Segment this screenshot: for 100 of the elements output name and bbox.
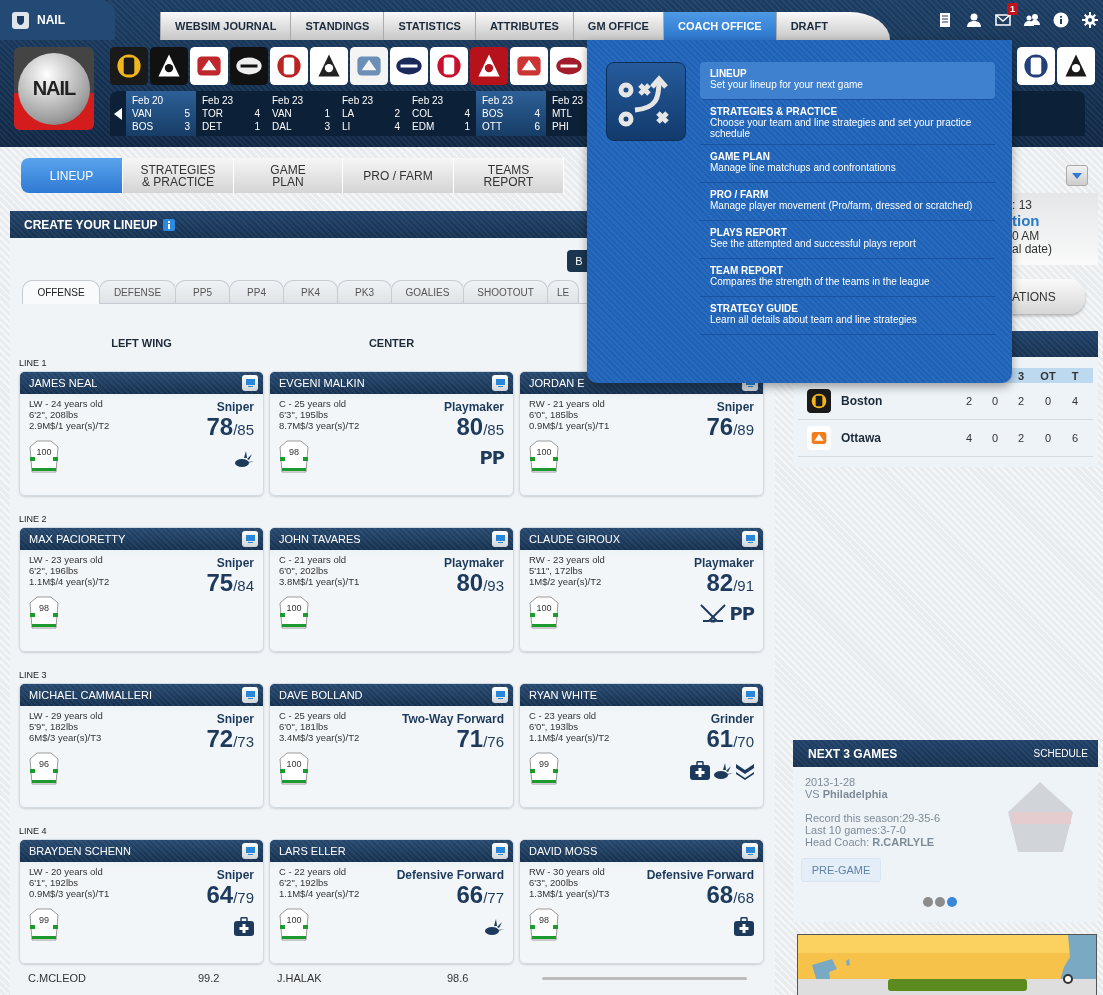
team-code: LA xyxy=(342,107,355,120)
unit-tab[interactable]: PP4 xyxy=(229,280,284,303)
menu-item[interactable]: STRATEGIES & PRACTICE Choose your team and line strategies and set your practice schedule xyxy=(700,100,995,145)
schedule-link[interactable]: SCHEDULE xyxy=(1033,748,1088,759)
column-heading: 3 xyxy=(1016,369,1026,382)
jersey-number: 98 xyxy=(538,915,550,925)
team-logo[interactable] xyxy=(550,47,588,85)
jersey-icon xyxy=(279,440,309,474)
unit-tab[interactable]: DEFENSE xyxy=(99,280,176,303)
screen-button[interactable] xyxy=(492,843,508,859)
player-name[interactable]: LARS ELLER xyxy=(279,845,346,857)
team-logo[interactable] xyxy=(470,47,508,85)
player-detail: C - 23 years old xyxy=(529,710,598,721)
player-detail: 2.9M$/1 year(s)/T2 xyxy=(29,420,110,431)
player-detail: 1.1M$/4 year(s)/T2 xyxy=(279,888,360,899)
unit-tab[interactable]: LE xyxy=(547,280,579,303)
game-date: Feb 23 xyxy=(552,94,585,107)
team-code: BOS xyxy=(482,107,504,120)
period-score: 6 xyxy=(1070,432,1080,444)
team-logo[interactable] xyxy=(1017,47,1055,85)
settings-icon[interactable] xyxy=(1082,12,1098,28)
section-tab[interactable]: STRATEGIES & PRACTICE xyxy=(123,158,234,193)
section-tab[interactable]: PRO / FARM xyxy=(343,158,454,193)
page-dot[interactable] xyxy=(947,897,957,907)
player-name[interactable]: JOHN TAVARES xyxy=(279,533,361,545)
player-role: Sniper xyxy=(715,400,754,414)
screen-button[interactable] xyxy=(242,531,258,547)
player-rating: 76/89 xyxy=(706,414,754,442)
screen-button[interactable] xyxy=(492,687,508,703)
page-dot[interactable] xyxy=(935,897,945,907)
info-icon[interactable] xyxy=(1053,12,1069,28)
users-icon[interactable] xyxy=(1024,12,1040,28)
team-code: BOS xyxy=(132,120,154,133)
document-icon[interactable] xyxy=(937,12,953,28)
menu-item[interactable]: STRATEGY GUIDE Learn all details about team and line strategies xyxy=(700,297,995,335)
player-rating: 75/84 xyxy=(206,570,254,598)
double-chevron-icon xyxy=(736,762,754,780)
menu-item-title: STRATEGIES & PRACTICE xyxy=(710,106,839,117)
menu-item[interactable]: GAME PLAN Manage line matchups and confrontations xyxy=(700,145,995,183)
nav-tab[interactable]: STATISTICS xyxy=(383,12,475,40)
player-name[interactable]: JORDAN E xyxy=(529,377,585,389)
dropdown-button[interactable] xyxy=(1066,165,1088,186)
section-tab[interactable]: GAME PLAN xyxy=(234,158,343,193)
player-name[interactable]: DAVE BOLLAND xyxy=(279,689,363,701)
team-score: 1 xyxy=(254,120,260,133)
player-name[interactable]: RYAN WHITE xyxy=(529,689,598,701)
nav-tab[interactable]: WEBSIM JOURNAL xyxy=(160,12,291,40)
player-name[interactable]: CLAUDE GIROUX xyxy=(529,533,621,545)
menu-item[interactable]: LINEUP Set your lineup for your next game xyxy=(700,62,995,100)
mail-icon[interactable] xyxy=(995,12,1011,28)
nav-tab[interactable]: COACH OFFICE xyxy=(662,12,776,40)
player-name[interactable]: DAVID MOSS xyxy=(529,845,598,857)
team-logo[interactable] xyxy=(270,47,308,85)
unit-tab[interactable]: PK3 xyxy=(337,280,392,303)
player-name[interactable]: JAMES NEAL xyxy=(29,377,98,389)
screen-button[interactable] xyxy=(492,531,508,547)
league-logo[interactable]: NAIL xyxy=(14,47,94,130)
player-name[interactable]: EVGENI MALKIN xyxy=(279,377,365,389)
player-detail: LW - 23 years old xyxy=(29,554,104,565)
screen-button[interactable] xyxy=(242,843,258,859)
screen-button[interactable] xyxy=(242,687,258,703)
team-logo[interactable] xyxy=(390,47,428,85)
player-name[interactable]: MAX PACIORETTY xyxy=(29,533,126,545)
team-logo[interactable] xyxy=(150,47,188,85)
team-logo[interactable] xyxy=(230,47,268,85)
menu-item[interactable]: PLAYS REPORT See the attempted and successful plays report xyxy=(700,221,995,259)
action-button[interactable]: ATIONS xyxy=(1012,279,1085,314)
screen-button[interactable] xyxy=(742,687,758,703)
section-tab[interactable]: TEAMS REPORT xyxy=(454,158,564,193)
unit-tab[interactable]: OFFENSE xyxy=(22,280,100,304)
screen-button[interactable] xyxy=(492,375,508,391)
player-name[interactable]: MICHAEL CAMMALLERI xyxy=(29,689,153,701)
player-name[interactable]: BRAYDEN SCHENN xyxy=(29,845,131,857)
nav-tab[interactable]: ATTRIBUTES xyxy=(474,12,573,40)
toolbar-button[interactable]: B xyxy=(567,250,587,272)
team-logo[interactable] xyxy=(807,389,831,413)
left-arrow-icon[interactable] xyxy=(114,107,122,120)
team-logo[interactable] xyxy=(1057,47,1095,85)
menu-item[interactable]: PRO / FARM Manage player movement (Pro/farm, dressed or scratched) xyxy=(700,183,995,221)
column-heading: CENTER xyxy=(367,337,416,349)
profile-icon[interactable] xyxy=(966,12,982,28)
unit-tab[interactable]: GOALIES xyxy=(391,280,464,303)
scrollbar[interactable] xyxy=(542,976,747,980)
screen-button[interactable] xyxy=(742,843,758,859)
countdown: : 13 xyxy=(1012,199,1033,212)
unit-tab[interactable]: PK4 xyxy=(283,280,338,303)
screen-button[interactable] xyxy=(742,531,758,547)
unit-tab[interactable]: PP5 xyxy=(175,280,230,303)
page-dot[interactable] xyxy=(923,897,933,907)
info-icon[interactable] xyxy=(162,218,175,231)
player-detail: C - 25 years old xyxy=(279,710,348,721)
screen-button[interactable] xyxy=(242,375,258,391)
unit-tab[interactable]: SHOOTOUT xyxy=(463,280,548,303)
player-detail: 6'0", 185lbs xyxy=(529,409,580,420)
player-detail: 6'3", 195lbs xyxy=(279,409,330,420)
team-logo[interactable] xyxy=(310,47,348,85)
menu-item[interactable]: TEAM REPORT Compares the strength of the teams in the league xyxy=(700,259,995,297)
pre-game-button[interactable]: PRE-GAME xyxy=(801,858,881,882)
team-logo[interactable] xyxy=(110,47,148,85)
nav-tab[interactable]: STANDINGS xyxy=(290,12,384,40)
